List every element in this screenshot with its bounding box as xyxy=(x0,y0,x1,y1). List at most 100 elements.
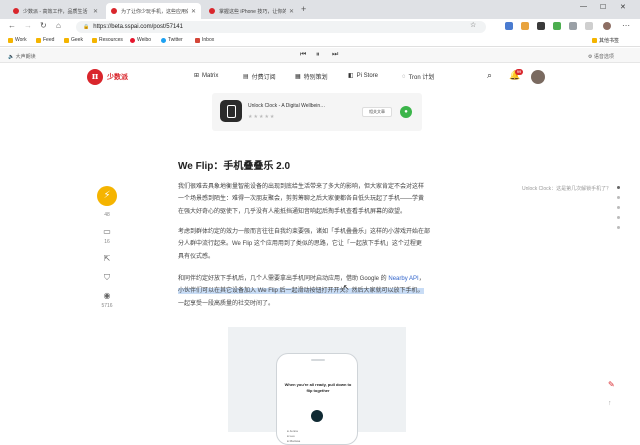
rating-stars: ★★★★★ xyxy=(248,114,276,120)
new-tab-button[interactable]: + xyxy=(301,4,306,14)
collections-icon[interactable] xyxy=(585,22,593,30)
nav-item-matrix[interactable]: ⊞ Matrix xyxy=(194,72,219,80)
browser-tab[interactable]: 掌握这些 iPhone 技巧，让你的iPh ✕ xyxy=(204,3,299,19)
bookmark-label: 其他书签 xyxy=(599,38,620,44)
minimize-icon[interactable]: — xyxy=(580,3,587,10)
read-aloud-bar: 🔈 大声朗读 ⏮ ⏸ ⏭ ⚙ 语音选项 xyxy=(0,48,640,63)
menu-icon[interactable]: ⋯ xyxy=(622,21,630,30)
nav-item-tron[interactable]: ◌ Tron 计划 xyxy=(402,72,435,82)
bookmark-link[interactable]: Twitter xyxy=(161,37,183,43)
bookmark-folder[interactable]: Feed xyxy=(36,37,54,43)
sspai-favicon-icon xyxy=(209,8,215,14)
voice-options-button[interactable]: ⚙ 语音选项 xyxy=(588,53,614,60)
home-icon[interactable]: ⌂ xyxy=(56,21,61,30)
bookmark-link[interactable]: Inbox xyxy=(195,37,214,43)
sspai-favicon-icon xyxy=(111,8,117,14)
related-articles-button[interactable]: 相关文章 xyxy=(362,107,392,117)
text-line: 分人群中流行起来。We Flip 这个应用用到了类似的思路，它让「一起放下手机」… xyxy=(178,241,422,248)
user-avatar[interactable] xyxy=(531,70,545,84)
charge-button[interactable]: ⚡ xyxy=(97,186,117,206)
nav-label: Tron 计划 xyxy=(408,75,435,81)
bookmark-folder[interactable]: Work xyxy=(8,37,27,43)
pause-icon[interactable]: ⏸ xyxy=(316,51,320,59)
app-card[interactable]: Unlock Clock - A Digital Wellbein… ★★★★★… xyxy=(212,93,422,131)
text-line: 我们很难去具象地衡量智能设备的出现到底给生活带来了多大的影响，但大家肯定不会对这… xyxy=(178,184,425,190)
sspai-favicon-icon xyxy=(13,8,19,14)
nav-item-pi-store[interactable]: ◧ Pi Store xyxy=(348,72,378,80)
text-line: 小伙伴们可以在其它设备加入 We Flip 后一起滑动按钮打开开关。然后大家就可… xyxy=(178,285,450,297)
lock-icon: 🔒 xyxy=(83,24,90,30)
text-line: 具有仪式感。 xyxy=(178,253,215,260)
text-span: 和同伴约定好放下手机后，几个人需要拿出手机同时启动应用，借助 Google 的 xyxy=(178,276,389,282)
close-tab-icon[interactable]: ✕ xyxy=(289,8,294,15)
extension-icon[interactable] xyxy=(521,22,529,30)
close-window-icon[interactable]: ✕ xyxy=(620,3,626,11)
profile-avatar[interactable] xyxy=(603,22,611,30)
pen-icon[interactable]: ✎ xyxy=(608,380,615,389)
text-span: ， xyxy=(418,276,425,282)
previous-icon[interactable]: ⏮ xyxy=(300,51,306,59)
bookmark-link[interactable]: Weibo xyxy=(130,37,151,43)
toc-item[interactable]: Unlock Clock：这是第几次解锁手机了？ xyxy=(522,185,611,192)
toc-dot[interactable] xyxy=(617,196,620,199)
forward-icon[interactable]: → xyxy=(24,21,32,30)
comment-icon[interactable]: ▭ xyxy=(97,227,117,236)
url-text: https://beta.sspai.com/post/57141 xyxy=(93,24,183,30)
article-paragraph: 我们很难去具象地衡量智能设备的出现到底给生活带来了多大的影响，但大家肯定不会对这… xyxy=(178,181,450,218)
toc-dot[interactable] xyxy=(617,206,620,209)
back-to-top-icon[interactable]: ↑ xyxy=(608,400,612,407)
comment-count: 16 xyxy=(104,239,110,245)
read-aloud-label: 🔈 大声朗读 xyxy=(8,53,36,60)
phone-caption: When you're all ready, pull down to flip… xyxy=(284,382,352,393)
search-icon[interactable]: ⌕ xyxy=(487,70,492,81)
close-tab-icon[interactable]: ✕ xyxy=(93,8,98,15)
special-icon: ▦ xyxy=(295,74,301,80)
browser-tab[interactable]: 少数派 - 高效工作，品质生活 ✕ xyxy=(8,3,103,19)
back-icon[interactable]: ← xyxy=(8,21,16,30)
site-name[interactable]: 少数派 xyxy=(107,72,128,82)
next-icon[interactable]: ⏭ xyxy=(332,51,338,59)
extension-icon[interactable] xyxy=(505,22,513,30)
participant: ● Marissa xyxy=(287,439,301,443)
reload-icon[interactable]: ↻ xyxy=(40,21,47,30)
twitter-icon xyxy=(161,37,166,43)
maximize-icon[interactable]: ☐ xyxy=(600,3,606,11)
nav-label: Matrix xyxy=(202,72,219,79)
close-tab-icon[interactable]: ✕ xyxy=(191,8,196,15)
extension-icon[interactable] xyxy=(553,22,561,30)
notification-badge: 99 xyxy=(515,69,523,75)
matrix-icon: ⊞ xyxy=(194,73,200,79)
sspai-logo[interactable]: π xyxy=(87,69,103,85)
inbox-icon xyxy=(195,37,200,43)
folder-icon xyxy=(92,37,97,43)
folder-icon xyxy=(592,38,597,43)
bookmark-label: Inbox xyxy=(202,37,215,43)
toc-dot[interactable] xyxy=(617,186,620,189)
section-heading: We Flip：手机叠叠乐 2.0 xyxy=(178,161,291,172)
bookmark-label: Weibo xyxy=(137,37,152,43)
highlighted-text[interactable]: 小伙伴们可以在其它设备加入 We Flip 后一起滑动按钮打开开关。然后大家就可… xyxy=(178,288,424,295)
url-field[interactable]: 🔒 https://beta.sspai.com/post/57141 xyxy=(76,21,486,33)
extension-icon[interactable] xyxy=(537,22,545,30)
star-icon[interactable]: ☆ xyxy=(470,21,476,29)
bookmark-folder[interactable]: Resources xyxy=(92,37,123,43)
nav-item-subscription[interactable]: ▤ 付费订阅 xyxy=(243,72,276,81)
toc-dot[interactable] xyxy=(617,216,620,219)
article-paragraph: 和同伴约定好放下手机后，几个人需要拿出手机同时启动应用，借助 Google 的 … xyxy=(178,273,450,310)
read-aloud-text: 大声朗读 xyxy=(15,54,36,60)
nav-item-special[interactable]: ▦ 特别策划 xyxy=(295,72,328,81)
toc-dot[interactable] xyxy=(617,226,620,229)
download-icon[interactable]: ● xyxy=(400,106,412,118)
other-bookmarks[interactable]: 其他书签 xyxy=(592,37,619,44)
text-line: 在强大好奇心的驱使下，几乎没有人能抵挡通知音响起后掏手机查看手机屏幕的欲望。 xyxy=(178,208,407,215)
extension-icon[interactable] xyxy=(569,22,577,30)
subscription-icon: ▤ xyxy=(243,74,249,80)
bookmark-folder[interactable]: Geek xyxy=(64,37,83,43)
bookmark-icon[interactable]: ⛉ xyxy=(97,273,117,283)
share-icon[interactable]: ⇱ xyxy=(97,254,117,263)
nav-label: 付费订阅 xyxy=(251,75,276,81)
browser-tab-active[interactable]: 为了让你少玩手机，这些应用做出了 ✕ xyxy=(106,3,201,19)
nearby-api-link[interactable]: Nearby API xyxy=(388,276,418,282)
app-name: Unlock Clock - A Digital Wellbein… xyxy=(248,103,326,109)
speaker-icon: 🔈 xyxy=(8,54,16,60)
